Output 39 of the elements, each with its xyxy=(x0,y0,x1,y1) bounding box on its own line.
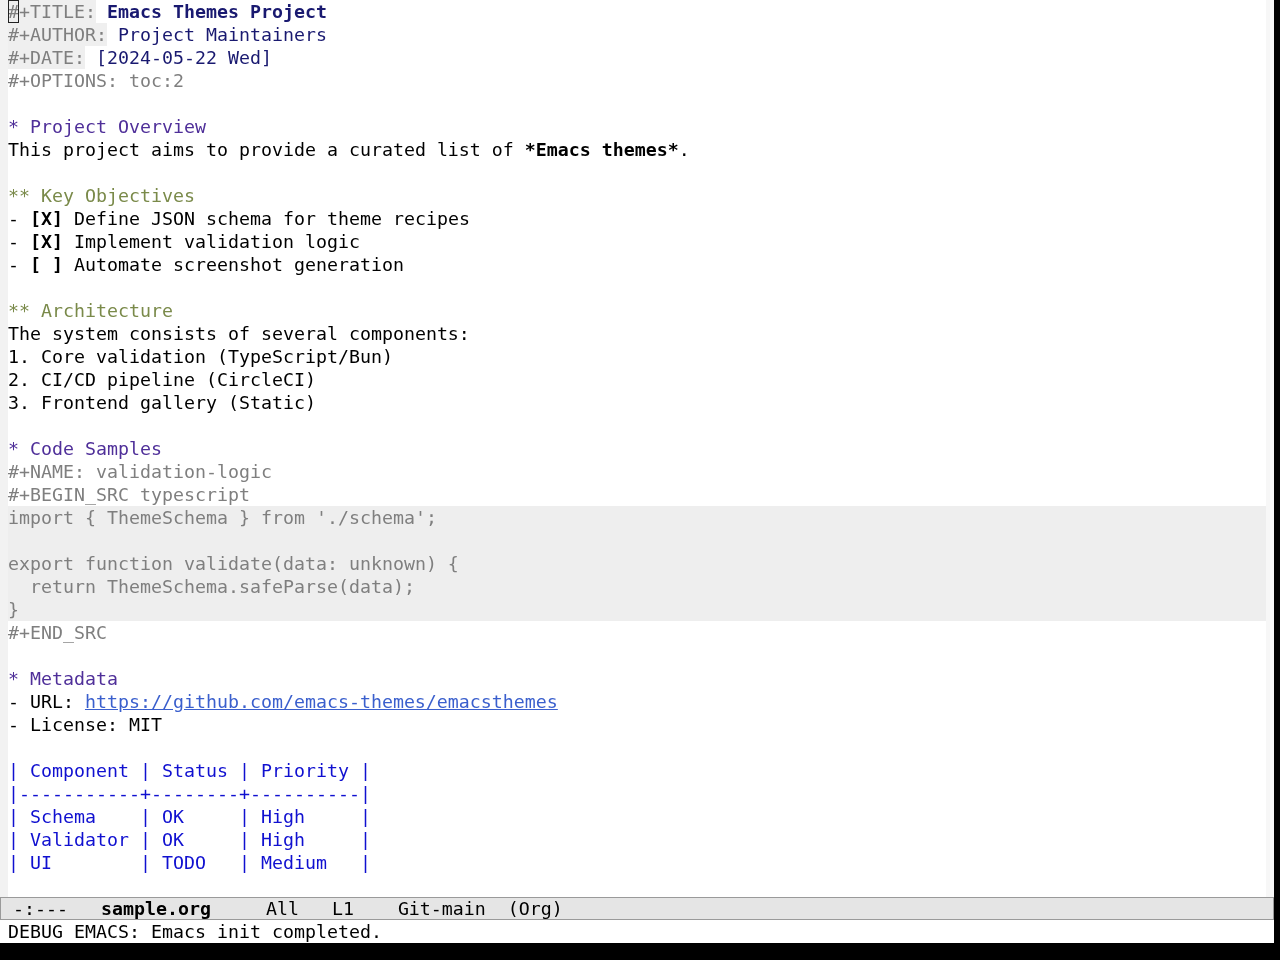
paragraph: The system consists of several components: xyxy=(8,322,470,345)
major-mode: (Org) xyxy=(507,898,563,919)
paragraph: This project aims to provide a curated list of *Emacs themes*. xyxy=(8,138,690,161)
list-item: - License: MIT xyxy=(8,713,162,736)
table-row: | UI | TODO | Medium | xyxy=(8,851,371,874)
heading: ** Key Objectives xyxy=(8,184,195,207)
link[interactable]: https://github.com/emacs-themes/emacsthemes xyxy=(84,690,558,713)
table-rule: |-----------+--------+----------| xyxy=(8,782,371,805)
document-author: Project Maintainers xyxy=(117,23,327,46)
checklist-item: - [ ] Automate screenshot generation xyxy=(8,253,404,276)
document-date: [2024-05-22 Wed] xyxy=(95,46,272,69)
list-label: - URL: xyxy=(8,690,74,713)
keyword-label: #+DATE: xyxy=(8,46,85,69)
line-number: L1 xyxy=(331,898,354,919)
checklist-item: - [X] Define JSON schema for theme recipes xyxy=(8,207,470,230)
block-name-line: #+NAME: validation-logic xyxy=(8,460,272,483)
heading: * Metadata xyxy=(8,667,118,690)
numbered-item: 3. Frontend gallery (Static) xyxy=(8,391,316,414)
heading: * Project Overview xyxy=(8,115,206,138)
document-title: Emacs Themes Project xyxy=(106,0,327,23)
block-end-line: #+END_SRC xyxy=(8,621,107,644)
buffer-name: sample.org xyxy=(100,898,211,919)
vc-branch: Git-main xyxy=(397,898,486,919)
scroll-position: All xyxy=(265,898,299,919)
numbered-item: 1. Core validation (TypeScript/Bun) xyxy=(8,345,393,368)
modified-status: -:--- xyxy=(13,898,68,919)
keyword-label: #+OPTIONS: xyxy=(8,69,118,92)
table-row: | Validator | OK | High | xyxy=(8,828,371,851)
heading: * Code Samples xyxy=(8,437,162,460)
table-header-row: | Component | Status | Priority | xyxy=(8,759,371,782)
code-block: import { ThemeSchema } from './schema'; export function validate(data: unknown) { return ThemeSchema.safeParse(data); } xyxy=(8,506,1266,621)
checklist-item: - [X] Implement validation logic xyxy=(8,230,360,253)
export-options: toc:2 xyxy=(128,69,184,92)
block-begin-line: #+BEGIN_SRC typescript xyxy=(8,483,250,506)
echo-message: DEBUG EMACS: Emacs init completed. xyxy=(8,920,382,943)
heading: ** Architecture xyxy=(8,299,173,322)
table-row: | Schema | OK | High | xyxy=(8,805,371,828)
keyword-label: #+AUTHOR: xyxy=(8,23,107,46)
numbered-item: 2. CI/CD pipeline (CircleCI) xyxy=(8,368,316,391)
